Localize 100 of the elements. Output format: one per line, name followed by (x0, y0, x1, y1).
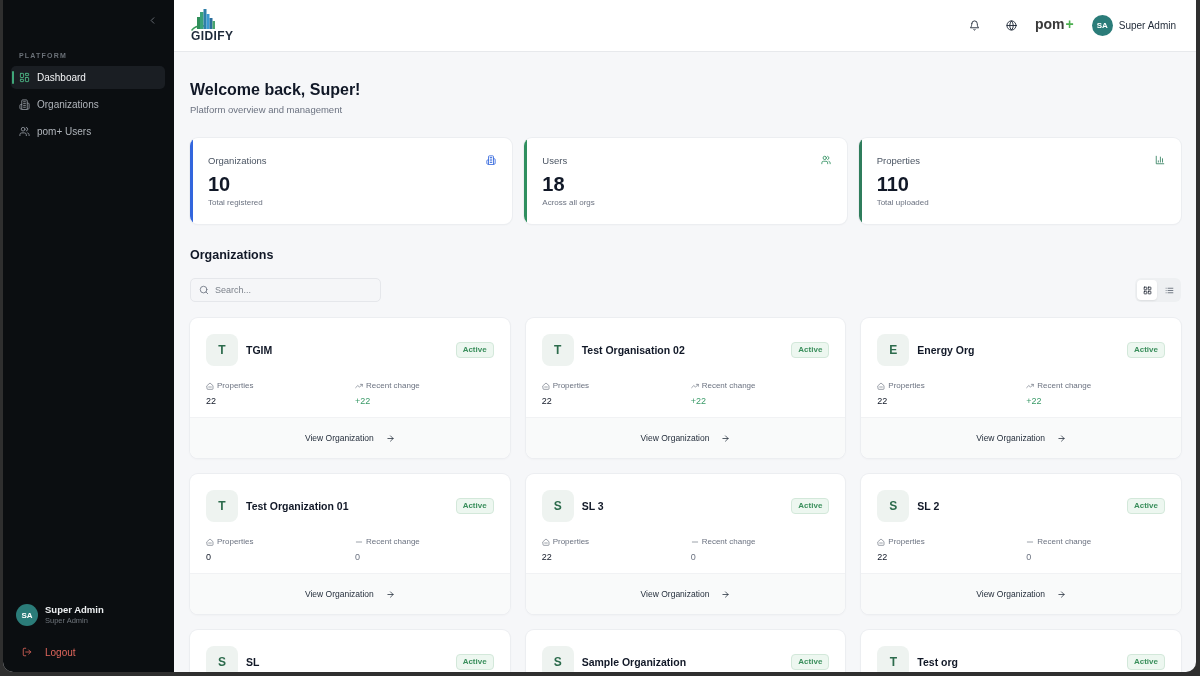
brand-name: GIDIFY (191, 31, 234, 42)
sidebar-nav-item[interactable]: pom+ Users (11, 120, 165, 143)
stat-value: 110 (876, 172, 910, 196)
properties-label: Properties (217, 537, 254, 546)
status-badge: Active (791, 498, 830, 514)
properties-label: Properties (217, 381, 254, 390)
logout-button[interactable]: Logout (16, 642, 76, 662)
search-field[interactable]: Search... (190, 278, 381, 302)
user-avatar[interactable]: SA (1091, 15, 1113, 36)
sidebar-nav-item[interactable]: Dashboard (11, 66, 165, 89)
trending-up-icon (690, 381, 699, 390)
recent-change-label: Recent change (701, 381, 756, 390)
org-name: TGIM (246, 344, 274, 356)
grid-icon (1142, 285, 1152, 295)
status-badge: Active (455, 342, 494, 358)
house-icon (877, 537, 886, 546)
building-icon (486, 155, 497, 165)
bar-chart-icon (1155, 155, 1165, 165)
arrow-right-icon (385, 433, 395, 443)
status-badge: Active (1126, 654, 1165, 670)
stat-caption: Total registered (208, 198, 264, 208)
properties-count: 22 (877, 395, 889, 407)
house-icon (541, 381, 550, 390)
properties-count: 22 (877, 551, 889, 563)
org-name: Test org (917, 656, 959, 668)
grid-view-button[interactable] (1137, 280, 1157, 300)
org-avatar: S (541, 646, 574, 672)
org-avatar: S (877, 490, 910, 522)
brand-logo: pom+ (1035, 15, 1074, 32)
logout-icon (22, 647, 32, 657)
view-organization-button[interactable]: View Organization (190, 417, 510, 458)
status-badge: Active (791, 654, 830, 670)
properties-label: Properties (888, 381, 925, 390)
user-name[interactable]: Super Admin (1118, 20, 1176, 31)
arrow-right-icon (721, 433, 731, 443)
stat-label: Users (542, 154, 568, 166)
properties-count: 22 (541, 395, 553, 407)
welcome-subtitle: Platform overview and management (190, 104, 344, 116)
properties-count: 22 (541, 551, 553, 563)
house-icon (206, 381, 214, 390)
house-icon (877, 381, 886, 390)
org-avatar: E (877, 334, 910, 366)
org-avatar: T (541, 334, 574, 366)
org-name: Energy Org (917, 344, 976, 356)
org-avatar: S (206, 646, 238, 672)
dashboard-icon (19, 72, 30, 83)
recent-change-label: Recent change (701, 537, 756, 546)
org-avatar: T (877, 646, 910, 672)
view-organization-button[interactable]: View Organization (190, 573, 510, 614)
org-avatar: T (206, 334, 238, 366)
trending-up-icon (1026, 381, 1035, 390)
user-name: Super Admin (45, 604, 104, 616)
properties-label: Properties (552, 537, 590, 546)
welcome-title: Welcome back, Super! (190, 80, 362, 100)
users-icon (19, 126, 30, 137)
search-icon (199, 285, 209, 295)
properties-label: Properties (888, 537, 925, 546)
view-organization-button[interactable]: View Organization (861, 417, 1181, 458)
properties-count: 0 (206, 551, 212, 563)
arrow-right-icon (385, 589, 395, 599)
user-avatar: SA (16, 604, 38, 626)
status-badge: Active (791, 342, 830, 358)
arrow-right-icon (1057, 433, 1067, 443)
trending-up-icon (355, 381, 363, 390)
stat-label: Properties (876, 154, 920, 166)
recent-change-value: 0 (355, 551, 361, 563)
bell-icon[interactable] (969, 20, 980, 31)
recent-change-value: 0 (690, 551, 697, 563)
org-avatar: T (206, 490, 238, 522)
users-icon (820, 155, 831, 165)
stat-value: 18 (542, 172, 566, 196)
view-organization-button[interactable]: View Organization (861, 573, 1181, 614)
sidebar-nav-item[interactable]: Organizations (11, 93, 165, 116)
view-organization-button[interactable]: View Organization (525, 573, 846, 614)
org-avatar: S (541, 490, 574, 522)
stat-label: Organizations (208, 154, 267, 166)
properties-count: 22 (206, 395, 217, 407)
recent-change-label: Recent change (1037, 537, 1092, 546)
recent-change-value: +22 (355, 395, 372, 407)
list-icon (1164, 285, 1174, 295)
city-skyline-icon (191, 9, 217, 31)
recent-change-value: +22 (1026, 395, 1043, 407)
house-icon (541, 537, 550, 546)
status-badge: Active (455, 654, 494, 670)
stat-value: 10 (208, 172, 232, 196)
arrow-right-icon (1057, 589, 1067, 599)
section-title: Organizations (190, 247, 275, 264)
stat-caption: Across all orgs (542, 198, 596, 208)
org-name: Sample Organization (581, 656, 688, 668)
org-name: SL (246, 656, 261, 668)
recent-change-label: Recent change (366, 381, 420, 390)
globe-icon[interactable] (1006, 20, 1017, 31)
house-icon (206, 537, 214, 546)
recent-change-value: 0 (1026, 551, 1033, 563)
org-name: Test Organisation 02 (581, 344, 686, 356)
view-organization-button[interactable]: View Organization (525, 417, 846, 458)
arrow-right-icon (721, 589, 731, 599)
building-icon (19, 99, 30, 110)
recent-change-label: Recent change (1037, 381, 1092, 390)
org-name: SL 3 (581, 500, 605, 512)
